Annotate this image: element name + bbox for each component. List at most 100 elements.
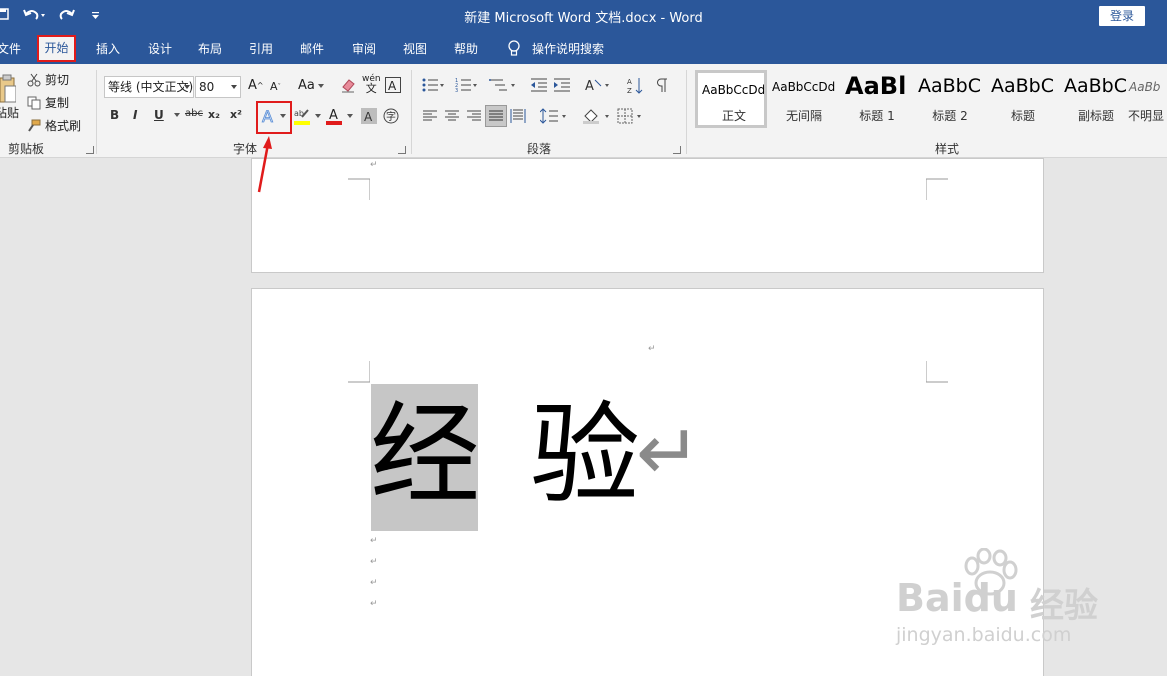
subscript-button[interactable]: x₂ [208,108,220,121]
increase-indent-icon[interactable] [553,77,571,93]
character-shading-icon[interactable]: A [361,108,377,124]
chinese-layout-icon[interactable]: A [585,77,611,93]
style-sample: AaBb [1129,80,1161,94]
paragraph-mark: ↵ [648,344,656,354]
tab-home[interactable]: 开始 [37,35,76,62]
format-painter-button[interactable]: 格式刷 [27,117,81,134]
tab-insert[interactable]: 插入 [96,40,120,58]
style-heading-1[interactable]: AaBl 标题 1 [841,70,913,128]
tell-me-search[interactable]: 操作说明搜索 [532,40,604,58]
style-normal[interactable]: AaBbCcDd 正文 [695,70,767,128]
borders-icon[interactable] [617,108,645,124]
title-bar: 新建 Microsoft Word 文档.docx - Word 登录 [0,0,1167,32]
underline-button[interactable]: U [154,108,164,122]
paragraph-group-label: 段落 [527,142,552,156]
tab-file[interactable]: 文件 [0,40,21,58]
paragraph-mark: ↵ [370,557,378,567]
font-name-value: 等线 (中文正文) [108,80,194,94]
bold-button[interactable]: B [110,108,119,122]
group-divider [96,70,97,154]
svg-text:A: A [388,79,397,93]
svg-text:字: 字 [386,110,396,123]
watermark-brand-cn: 经验 [1030,586,1098,626]
selected-character[interactable]: 经 [370,400,480,510]
numbering-icon[interactable]: 123 [455,77,477,93]
style-name: 不明显 [1127,109,1164,123]
chevron-down-icon [231,85,237,89]
style-name: 标题 [1010,109,1035,123]
tab-mailings[interactable]: 邮件 [300,40,324,58]
underline-dropdown-icon[interactable] [171,113,180,117]
cut-button[interactable]: 剪切 [27,71,69,88]
decrease-indent-icon[interactable] [530,77,548,93]
multilevel-list-icon[interactable] [489,77,517,93]
change-case-glyph: Aa [298,78,315,93]
align-left-icon[interactable] [422,109,438,123]
lightbulb-icon [507,40,521,61]
grow-font-button[interactable]: A ^ [248,78,264,93]
italic-button[interactable]: I [133,108,137,122]
shading-icon[interactable] [583,108,613,124]
superscript-button[interactable]: x² [230,108,242,121]
change-case-button[interactable]: Aa [298,78,324,93]
character-border-icon[interactable]: A [385,77,401,93]
tab-layout[interactable]: 布局 [198,40,222,58]
style-name: 标题 2 [932,109,968,123]
styles-group-label: 样式 [935,142,960,156]
paragraph-mark: ↵ [370,599,378,609]
align-right-icon[interactable] [466,109,482,123]
align-center-icon[interactable] [444,109,460,123]
style-no-spacing[interactable]: AaBbCcDd 无间隔 [768,70,840,128]
tab-view[interactable]: 视图 [403,40,427,58]
paragraph-launcher-icon[interactable] [673,146,681,154]
tab-help[interactable]: 帮助 [454,40,478,58]
chevron-down-icon [184,85,190,89]
tab-review[interactable]: 审阅 [352,40,376,58]
watermark-brand: Baidu [896,576,1018,620]
font-size-dropdown[interactable]: 80 [195,76,241,98]
sort-icon[interactable]: AZ [627,77,643,95]
format-painter-label: 格式刷 [45,119,82,133]
font-color-button[interactable]: A [326,107,353,125]
document-character[interactable]: 验 [530,400,640,510]
style-sample: AaBbC [1064,75,1128,97]
paragraph-mark: ↵ [370,536,378,546]
bullets-icon[interactable] [422,77,444,93]
tab-references[interactable]: 引用 [249,40,273,58]
clipboard-launcher-icon[interactable] [86,146,94,154]
shrink-font-button[interactable]: Aˇ [270,80,281,93]
style-subtitle[interactable]: AaBbC 副标题 [1060,70,1132,128]
copy-label: 复制 [45,96,70,110]
style-subtle-emphasis[interactable]: AaBb 不明显 [1125,70,1167,128]
copy-button[interactable]: 复制 [27,94,69,111]
show-marks-icon[interactable] [656,77,668,93]
style-name: 无间隔 [785,109,822,123]
style-sample: AaBbCcDd [772,80,836,94]
crop-mark [926,178,948,200]
justify-icon[interactable] [485,105,507,127]
tab-design[interactable]: 设计 [148,40,172,58]
paste-icon[interactable] [0,72,16,104]
group-divider [411,70,412,154]
login-button[interactable]: 登录 [1099,6,1145,26]
style-heading-2[interactable]: AaBbC 标题 2 [914,70,986,128]
svg-text:A: A [585,79,594,93]
distributed-icon[interactable] [510,108,526,124]
enclose-characters-icon[interactable]: 字 [383,108,399,124]
strikethrough-button[interactable]: abc [185,108,203,119]
line-spacing-icon[interactable] [540,108,568,124]
style-sample: AaBbC [991,75,1055,97]
font-launcher-icon[interactable] [398,146,406,154]
clear-formatting-icon[interactable] [340,77,356,93]
phonetic-guide-button[interactable]: wén 文 [362,75,381,95]
shrink-font-glyph: A [270,80,278,93]
style-sample: AaBbCcDd [702,83,766,97]
font-name-dropdown[interactable]: 等线 (中文正文) [104,76,194,98]
paste-button[interactable]: 粘贴 [0,104,19,121]
style-sample: AaBl [845,72,907,100]
group-divider [686,70,687,154]
highlight-color-button[interactable]: ab [294,107,321,125]
crop-mark [348,361,370,383]
font-group-label: 字体 [233,142,258,156]
style-title[interactable]: AaBbC 标题 [987,70,1059,128]
